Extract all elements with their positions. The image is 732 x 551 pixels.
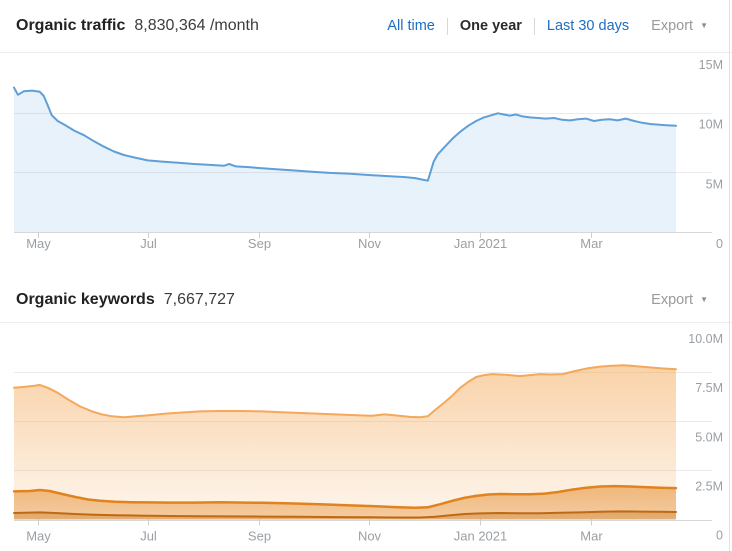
- x-axis-label: Mar: [580, 236, 603, 251]
- export-label: Export: [651, 291, 694, 308]
- x-axis-label: Jan 2021: [454, 236, 508, 251]
- organic-traffic-header: Organic traffic 8,830,364 /month All tim…: [0, 0, 732, 53]
- x-axis-label: Nov: [358, 236, 382, 251]
- tab-separator: [446, 17, 448, 35]
- keywords-chart-svg[interactable]: 10.0M 7.5M 5.0M 2.5M 0 May Jul Sep Nov Jan 2021 Ma…: [0, 323, 732, 551]
- x-axis-label: Sep: [248, 529, 271, 544]
- keywords-title: Organic keywords: [16, 290, 155, 308]
- y-axis-label: 10.0M: [688, 332, 723, 346]
- y-axis-label: 0: [716, 237, 723, 251]
- organic-keywords-section: Organic keywords 7,667,727 Export ▼ 10.0…: [0, 253, 732, 551]
- y-axis-label: 15M: [699, 58, 723, 72]
- tab-all-time[interactable]: All time: [387, 18, 435, 34]
- chevron-down-icon: ▼: [700, 21, 708, 30]
- y-axis-label: 0: [716, 529, 723, 543]
- organic-traffic-section: Organic traffic 8,830,364 /month All tim…: [0, 0, 732, 253]
- export-button[interactable]: Export ▼: [651, 292, 708, 308]
- x-axis-label: Jan 2021: [454, 529, 508, 544]
- organic-traffic-area: [14, 87, 676, 232]
- y-axis-label: 2.5M: [695, 479, 723, 493]
- organic-keywords-header: Organic keywords 7,667,727 Export ▼: [0, 253, 732, 323]
- date-range-tabs: All time One year Last 30 days: [387, 17, 629, 35]
- organic-keywords-chart[interactable]: 10.0M 7.5M 5.0M 2.5M 0 May Jul Sep Nov Jan 2021 Ma…: [0, 323, 732, 551]
- chevron-down-icon: ▼: [700, 294, 708, 304]
- y-axis-label: 5.0M: [695, 430, 723, 444]
- export-label: Export: [651, 18, 694, 34]
- x-axis-label: Jul: [140, 236, 157, 251]
- page-title: Organic traffic: [16, 17, 126, 34]
- traffic-chart-svg[interactable]: 15M 10M 5M 0 May Jul Sep Nov Jan 2021 Mar: [0, 53, 732, 253]
- export-button[interactable]: Export ▼: [651, 18, 708, 34]
- x-axis-label: May: [26, 236, 51, 251]
- x-axis-label: May: [26, 529, 51, 544]
- y-axis-label: 5M: [706, 177, 723, 191]
- right-edge-divider: [729, 0, 730, 551]
- tab-separator: [533, 17, 535, 35]
- y-axis-label: 10M: [699, 118, 723, 132]
- tab-one-year[interactable]: One year: [460, 18, 522, 34]
- x-axis-label: Mar: [580, 529, 603, 544]
- organic-traffic-chart[interactable]: 15M 10M 5M 0 May Jul Sep Nov Jan 2021 Mar: [0, 53, 732, 253]
- x-axis-label: Jul: [140, 529, 157, 544]
- tab-last-30-days[interactable]: Last 30 days: [547, 18, 629, 34]
- keywords-metric-value: 7,667,727: [163, 290, 235, 308]
- x-axis-label: Nov: [358, 529, 382, 544]
- x-axis-label: Sep: [248, 236, 271, 251]
- traffic-metric-value: 8,830,364 /month: [134, 17, 259, 34]
- y-axis-label: 7.5M: [695, 381, 723, 395]
